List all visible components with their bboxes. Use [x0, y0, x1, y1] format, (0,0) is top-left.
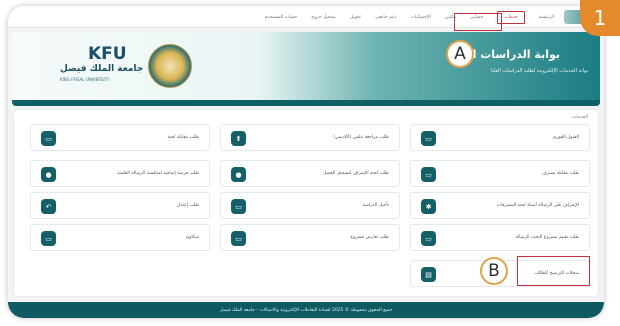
document-icon: ▭ [421, 231, 436, 246]
service-card-research-evaluation[interactable]: طلب تقييم مشروع البحث الرسالة ▭ [410, 224, 590, 251]
document-icon: ▭ [231, 231, 246, 246]
service-card-committee-meeting[interactable]: طلب مقابلة لجنة ▭ [30, 124, 210, 151]
document-icon: ▭ [231, 199, 246, 214]
services-panel: الخدمات القبول الفوري ▭ طلب مقابلة مشرف … [14, 110, 598, 296]
top-navigation-bar: الرئيسية خدمات حسابي مكتبي الإحصائيات دع… [8, 6, 604, 28]
footer-copyright: جميع الحقوق محفوظة © 2025 لعمادة التعامل… [219, 307, 393, 313]
nav-item-home[interactable]: الرئيسية [539, 15, 555, 20]
nomination-records-highlight [517, 256, 590, 286]
service-card-label: الإشراف على الرسالة أستاذ لجنة المشرفات [496, 203, 579, 208]
logo-english-text: KING FAISAL UNIVERSITY [60, 77, 110, 82]
document-icon: ▭ [41, 131, 56, 146]
marker-a: A [446, 40, 474, 68]
logo-arabic-text: جامعة الملك فيصل [60, 64, 144, 74]
page-footer: جميع الحقوق محفوظة © 2025 لعمادة التعامل… [8, 302, 604, 318]
service-card-label: طلب فرصة إضافية لمناقشة الرسالة العلمية [117, 171, 199, 176]
nav-item-statistics[interactable]: الإحصائيات [411, 15, 431, 20]
services-section-title: الخدمات [572, 115, 588, 120]
nav-item-user-account[interactable]: حساب المستخدم [265, 15, 297, 20]
document-icon: ▭ [421, 167, 436, 182]
service-card-supervision-committee[interactable]: طلب لجنة الإشراف لتسجيل الفصل ● [220, 160, 400, 187]
step-number-badge: 1 [580, 0, 620, 36]
service-card-apology-request[interactable]: طلب إعتذار ↶ [30, 192, 210, 219]
service-card-label: طلب تعارض مشروع [350, 235, 389, 240]
service-card-label: طلب لجنة الإشراف لتسجيل الفصل [323, 171, 389, 176]
tutorial-screenshot: 1 الرئيسية خدمات حسابي مكتبي الإحصائيات … [0, 0, 620, 326]
logo-latin-text: KFU [88, 44, 127, 64]
service-card-academic-review[interactable]: طلب مراجعة علمي (أكاديمي) ⬆ [220, 124, 400, 151]
card-icon: ▤ [421, 267, 436, 282]
service-card-label: تأجيل الدراسة [362, 203, 389, 208]
banner-strip [12, 100, 600, 106]
document-icon: ▭ [421, 131, 436, 146]
service-card-instant-admission[interactable]: القبول الفوري ▭ [410, 124, 590, 151]
chat-icon: ● [231, 167, 246, 182]
portal-header-banner: KFU جامعة الملك فيصل KING FAISAL UNIVERS… [12, 32, 600, 106]
settings-icon: ✱ [421, 199, 436, 214]
marker-b: B [480, 257, 508, 285]
service-card-project-conflict[interactable]: طلب تعارض مشروع ▭ [220, 224, 400, 251]
upload-icon: ⬆ [231, 131, 246, 146]
service-card-supervisor-meeting[interactable]: طلب مقابلة مشرف ▭ [410, 160, 590, 187]
university-emblem-icon [148, 44, 192, 88]
service-card-label: طلب إعتذار [177, 203, 199, 208]
portal-subtitle: بوابة الخدمات الإلكترونية لطلبة الدراسات… [490, 68, 588, 74]
chat-icon: ● [41, 167, 56, 182]
service-card-complaints[interactable]: شكاوى ▭ [30, 224, 210, 251]
service-card-study-postponement[interactable]: تأجيل الدراسة ▭ [220, 192, 400, 219]
nav-menu: الرئيسية خدمات حسابي مكتبي الإحصائيات دع… [265, 6, 554, 28]
university-logo: KFU جامعة الملك فيصل KING FAISAL UNIVERS… [30, 42, 200, 92]
services-menu-highlight [454, 13, 502, 31]
service-card-label: طلب تقييم مشروع البحث الرسالة [515, 235, 579, 240]
nav-item-logout[interactable]: تسجيل خروج [311, 15, 336, 20]
service-card-thesis-supervision[interactable]: الإشراف على الرسالة أستاذ لجنة المشرفات … [410, 192, 590, 219]
nav-item-support[interactable]: دعم جامعي [375, 15, 397, 20]
service-card-label: القبول الفوري [552, 135, 579, 140]
reply-icon: ↶ [41, 199, 56, 214]
browser-window: الرئيسية خدمات حسابي مكتبي الإحصائيات دع… [8, 6, 604, 318]
service-card-label: شكاوى [185, 235, 199, 240]
nav-item-transfer[interactable]: تحويل [350, 15, 361, 20]
service-card-label: طلب مراجعة علمي (أكاديمي) [333, 135, 389, 140]
document-icon: ▭ [41, 231, 56, 246]
service-card-extra-defense-chance[interactable]: طلب فرصة إضافية لمناقشة الرسالة العلمية … [30, 160, 210, 187]
service-card-label: طلب مقابلة مشرف [541, 171, 579, 176]
service-card-label: طلب مقابلة لجنة [167, 135, 199, 140]
